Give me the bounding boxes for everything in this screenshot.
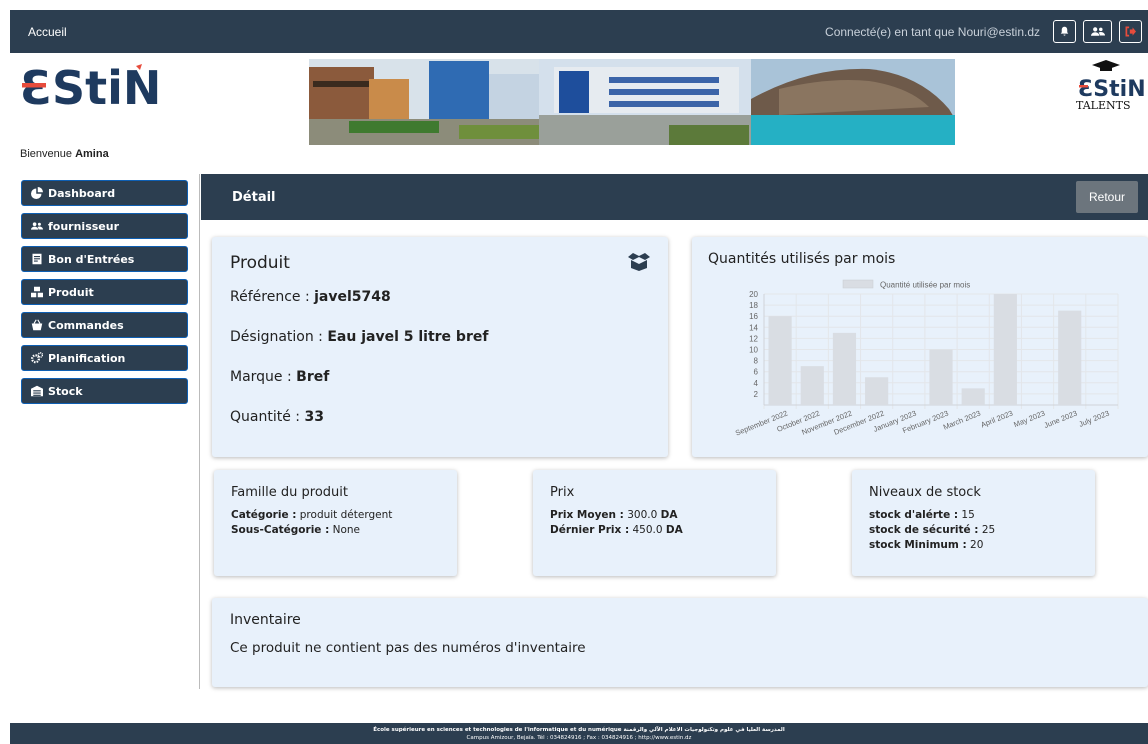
chart-bar [865,377,889,405]
detail-header: Détail Retour [201,174,1148,220]
box-open-icon [628,253,650,271]
prix-card-title: Prix [550,485,575,500]
famille-card-title: Famille du produit [231,485,348,500]
page-title: Détail [232,189,276,205]
chart-bar [768,316,792,405]
stock-security: stock de sécurité : 25 [869,524,996,536]
footer-school-name: École supérieure en sciences et technolo… [373,727,785,733]
inventaire-card-title: Inventaire [230,612,301,628]
cogs-icon [31,352,43,364]
famille-card: Famille du produit Catégorie : produit d… [214,470,457,576]
product-brand: Marque : Bref [230,369,330,385]
boxes-icon [31,286,43,298]
stock-minimum: stock Minimum : 20 [869,539,984,551]
campus-banner [309,59,955,145]
inventaire-card: Inventaire Ce produit ne contient pas de… [212,598,1148,687]
chart-bar [993,294,1017,405]
home-link[interactable]: Accueil [28,25,67,39]
y-tick-label: 2 [754,390,759,399]
chart-title: Quantités utilisés par mois [708,251,896,267]
sidebar-item-fournisseur[interactable]: fournisseur [21,213,188,239]
sidebar-item-bon-entrees[interactable]: Bon d'Entrées [21,246,188,272]
x-tick-label: May 2023 [1012,409,1046,430]
y-tick-label: 20 [749,290,758,299]
x-tick-label: June 2023 [1043,409,1079,430]
sidebar-item-label: Planification [48,351,126,365]
basket-icon [31,319,43,331]
stock-levels-card: Niveaux de stock stock d'alérte : 15 sto… [852,470,1095,576]
footer-contact: Campus Amizour, Bejaïa. Tél : 034824916 … [466,735,692,741]
topbar-right: Connecté(e) en tant que Nouri@estin.dz [825,20,1148,43]
welcome-prefix: Bienvenue [20,148,72,160]
receipt-icon [31,253,43,265]
user-label: Connecté(e) en tant que Nouri@estin.dz [825,24,1040,39]
legend-swatch [842,279,874,289]
sidebar: Dashboard fournisseur Bon d'Entrées Prod… [21,180,188,411]
footer: École supérieure en sciences et technolo… [10,723,1148,744]
product-designation: Désignation : Eau javel 5 litre bref [230,329,489,345]
x-tick-label: April 2023 [979,409,1014,430]
sidebar-item-stock[interactable]: Stock [21,378,188,404]
sidebar-item-label: Dashboard [48,186,116,200]
sidebar-divider [199,174,200,689]
chart-bar [1058,310,1082,405]
top-navbar: Accueil Connecté(e) en tant que Nouri@es… [10,10,1148,53]
y-tick-label: 8 [754,357,759,366]
famille-category: Catégorie : produit détergent [231,509,393,521]
sidebar-item-dashboard[interactable]: Dashboard [21,180,188,206]
svg-text:TALENTS: TALENTS [1076,99,1131,112]
users-icon [1090,27,1105,36]
product-card: Produit Référence : javel5748 Désignatio… [212,237,668,457]
estin-talents-logo: ƐStiN TALENTS [1072,60,1148,118]
y-tick-label: 4 [754,379,759,388]
sidebar-item-label: Produit [48,285,94,299]
notifications-button[interactable] [1053,20,1076,43]
inventaire-message: Ce produit ne contient pas des numéros d… [230,640,586,656]
estin-logo: ƐStiN [20,61,188,116]
sidebar-item-label: Bon d'Entrées [48,252,135,266]
sidebar-item-planification[interactable]: Planification [21,345,188,371]
logout-icon [1125,26,1136,37]
x-tick-label: July 2023 [1078,409,1111,429]
famille-subcategory: Sous-Catégorie : None [231,524,361,536]
welcome-name: Amina [75,148,109,160]
logout-button[interactable] [1119,20,1142,43]
welcome-message: Bienvenue Amina [20,148,109,160]
back-button[interactable]: Retour [1076,181,1138,213]
users-icon [31,220,43,232]
sidebar-item-label: Stock [48,384,83,398]
warehouse-icon [31,385,43,397]
sidebar-item-label: fournisseur [48,219,120,233]
prix-card: Prix Prix Moyen : 300.0 DA Dérnier Prix … [533,470,776,576]
users-button[interactable] [1083,20,1112,43]
y-tick-label: 6 [754,368,759,377]
usage-chart-card: Quantités utilisés par mois Quantité uti… [692,237,1148,457]
x-tick-label: March 2023 [942,409,982,432]
usage-bar-chart: Quantité utilisée par mois 2 4 6 8 10 12 14 16 18… [734,279,1119,438]
y-tick-label: 14 [749,323,758,332]
y-tick-label: 18 [749,301,758,310]
chart-bar [961,388,985,405]
y-tick-label: 10 [749,346,758,355]
y-tick-label: 12 [749,334,758,343]
product-quantity: Quantité : 33 [230,409,324,425]
stock-card-title: Niveaux de stock [869,485,981,500]
prix-last: Dérnier Prix : 450.0 DA [550,524,683,536]
sidebar-item-commandes[interactable]: Commandes [21,312,188,338]
chart-bar [929,349,953,405]
y-tick-label: 16 [749,312,758,321]
chart-bar [832,332,857,405]
bell-icon [1060,26,1069,36]
pie-chart-icon [31,187,43,199]
prix-average: Prix Moyen : 300.0 DA [550,509,678,521]
stock-alert: stock d'alérte : 15 [869,509,975,521]
chart-bar [800,366,824,405]
product-reference: Référence : javel5748 [230,289,391,305]
sidebar-item-produit[interactable]: Produit [21,279,188,305]
sidebar-item-label: Commandes [48,318,124,332]
legend-label: Quantité utilisée par mois [880,281,970,290]
product-card-title: Produit [230,253,290,273]
